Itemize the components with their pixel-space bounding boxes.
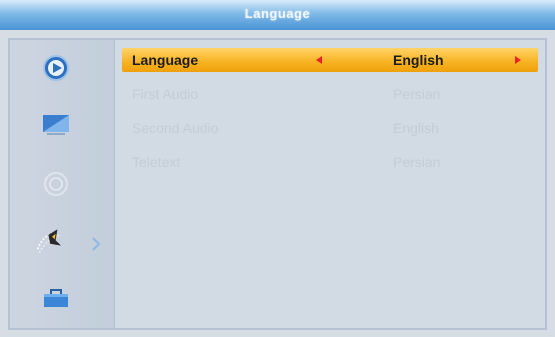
sidebar-item-network[interactable] (38, 166, 74, 202)
row-label: First Audio (132, 86, 199, 102)
row-label: Language (132, 52, 199, 68)
settings-panel: Language English First Audio Persian Sec… (8, 38, 547, 330)
menu-row-second-audio[interactable]: Second Audio English (122, 116, 538, 140)
row-value: English (393, 52, 444, 68)
window-title: Language (244, 6, 311, 21)
language-menu: Language English First Audio Persian Sec… (122, 48, 538, 184)
sidebar-item-picture[interactable] (38, 106, 74, 142)
row-label: Teletext (132, 154, 181, 170)
sidebar-item-media[interactable] (38, 50, 74, 86)
globe-icon (44, 172, 68, 196)
sidebar-item-installation[interactable] (34, 224, 70, 260)
menu-row-teletext[interactable]: Teletext Persian (122, 150, 538, 174)
active-category-indicator (90, 236, 102, 252)
satellite-dish-icon (36, 229, 62, 254)
language-settings-window: Language Language English First Audio Pe… (0, 0, 555, 337)
menu-row-language[interactable]: Language English (122, 48, 538, 72)
menu-row-first-audio[interactable]: First Audio Persian (122, 82, 538, 106)
tv-screen-icon (43, 115, 69, 135)
title-bar: Language (0, 0, 555, 30)
category-sidebar (10, 40, 115, 328)
row-label: Second Audio (132, 120, 219, 136)
arrow-right-icon[interactable] (515, 56, 521, 64)
row-value: Persian (393, 86, 441, 102)
chevron-right-icon (92, 237, 101, 251)
arrow-left-icon[interactable] (316, 56, 322, 64)
sidebar-item-tools[interactable] (38, 280, 74, 316)
row-value: Persian (393, 154, 441, 170)
row-value: English (393, 120, 439, 136)
toolbox-icon (44, 289, 68, 307)
play-disc-icon (43, 55, 69, 81)
